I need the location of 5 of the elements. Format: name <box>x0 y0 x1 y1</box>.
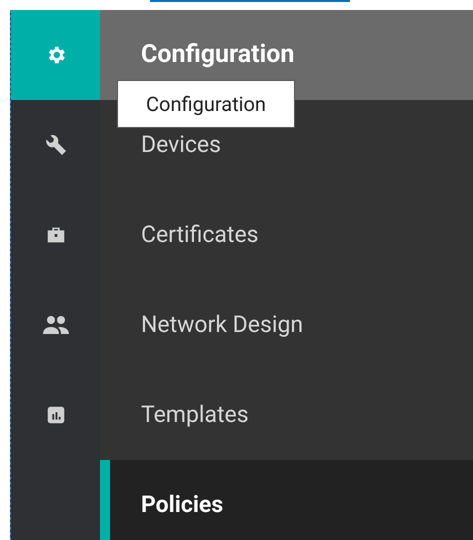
people-icon <box>42 314 68 336</box>
tooltip: Configuration <box>117 80 295 128</box>
wrench-icon <box>44 133 68 157</box>
header-title: Configuration <box>141 39 294 72</box>
menu-item[interactable]: Policies <box>100 460 473 540</box>
